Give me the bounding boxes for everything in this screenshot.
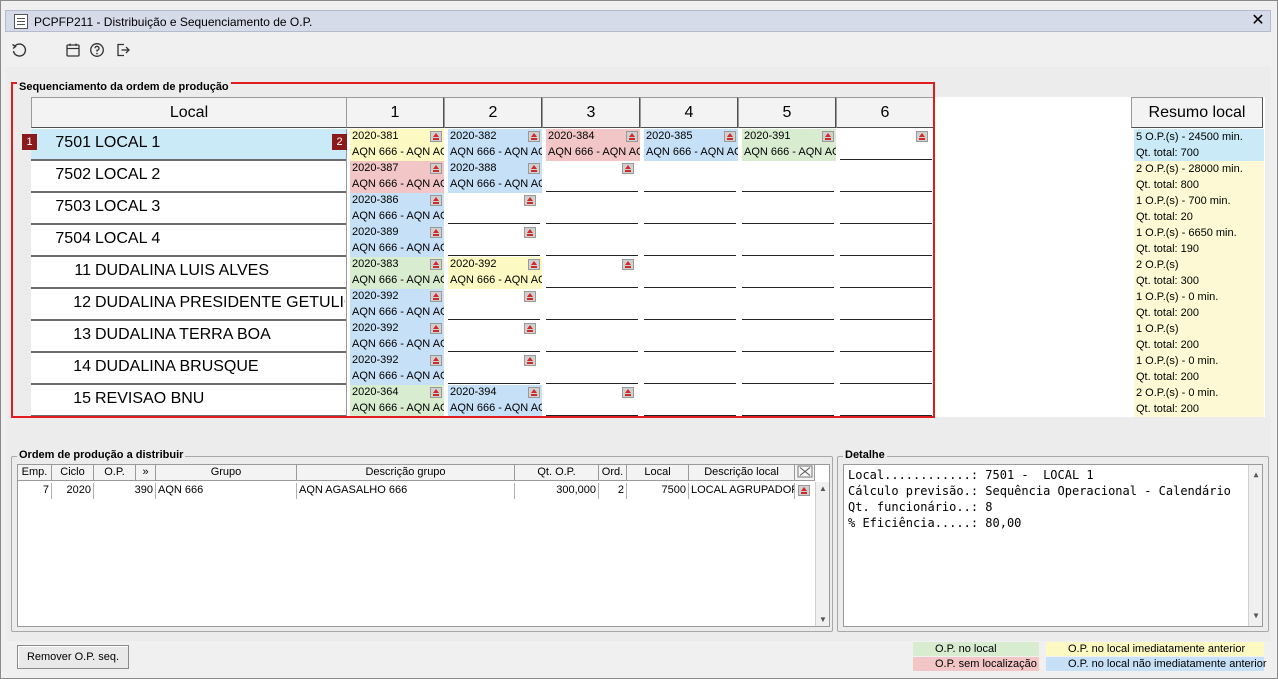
detail-line-calculo: Cálculo previsão.: Sequência Operacional… (848, 484, 1231, 498)
col-qt-op[interactable]: Qt. O.P. (515, 465, 599, 481)
scroll-up-icon[interactable]: ▲ (818, 484, 828, 493)
sequence-op-icon[interactable] (798, 485, 810, 496)
window-title: PCPFP211 - Distribuição e Sequenciamento… (34, 15, 313, 29)
local-summary: 1 O.P.(s) - 0 min. Qt. total: 200 (1134, 289, 1264, 321)
local-summary: 5 O.P.(s) - 24500 min. Qt. total: 700 (1134, 129, 1264, 161)
cell-ord: 2 (599, 483, 627, 499)
summary-total: Qt. total: 200 (1136, 403, 1199, 415)
cell-grupo: AQN 666 (156, 483, 297, 499)
col-expand[interactable]: » (136, 465, 156, 481)
orders-scrollbar[interactable]: ▲ ▼ (815, 482, 829, 626)
title-bar: PCPFP211 - Distribuição e Sequenciamento… (5, 10, 1271, 32)
exit-icon[interactable] (115, 42, 131, 58)
help-icon[interactable] (89, 42, 105, 58)
legend-red: O.P. sem localização (913, 657, 1039, 671)
detail-scrollbar[interactable]: ▲ ▼ (1248, 465, 1262, 626)
detail-line-funcionario: Qt. funcionário..: 8 (848, 500, 993, 514)
summary-total: Qt. total: 200 (1136, 371, 1199, 383)
local-summary: 1 O.P.(s) - 6650 min. Qt. total: 190 (1134, 225, 1264, 257)
summary-total: Qt. total: 800 (1136, 179, 1199, 191)
summary-total: Qt. total: 190 (1136, 243, 1199, 255)
local-summary: 1 O.P.(s) Qt. total: 200 (1134, 321, 1264, 353)
app-window: PCPFP211 - Distribuição e Sequenciamento… (0, 0, 1278, 679)
local-summary: 2 O.P.(s) Qt. total: 300 (1134, 257, 1264, 289)
local-summary: 1 O.P.(s) - 700 min. Qt. total: 20 (1134, 193, 1264, 225)
local-summary: 2 O.P.(s) - 0 min. Qt. total: 200 (1134, 385, 1264, 417)
orders-group-label: Ordem de produção a distribuir (17, 449, 186, 461)
col-ciclo[interactable]: Ciclo (52, 465, 94, 481)
clear-filter-icon[interactable] (795, 465, 815, 481)
detail-group-label: Detalhe (843, 449, 887, 461)
toolbar (5, 35, 1271, 65)
summary-ops: 1 O.P.(s) - 0 min. (1136, 291, 1219, 303)
sequencing-group-label: Sequenciamento da ordem de produção (17, 81, 231, 93)
legend-blue: O.P. no local não imediatamente anterior (1046, 657, 1267, 671)
scroll-up-icon[interactable]: ▲ (1251, 467, 1261, 483)
scroll-down-icon[interactable]: ▼ (818, 615, 828, 624)
col-ord[interactable]: Ord. (599, 465, 627, 481)
col-descricao-grupo[interactable]: Descrição grupo (297, 465, 515, 481)
summary-total: Qt. total: 200 (1136, 307, 1199, 319)
cell-local: 7500 (627, 483, 689, 499)
summary-ops: 1 O.P.(s) - 700 min. (1136, 195, 1231, 207)
summary-total: Qt. total: 700 (1136, 147, 1199, 159)
cell-qt-op: 300,000 (515, 483, 599, 499)
remove-op-seq-button[interactable]: Remover O.P. seq. (17, 645, 129, 669)
col-descricao-local[interactable]: Descrição local (689, 465, 795, 481)
refresh-icon[interactable] (11, 42, 27, 58)
col-emp[interactable]: Emp. (18, 465, 52, 481)
legend-yellow: O.P. no local imediatamente anterior (1046, 642, 1264, 656)
summary-total: Qt. total: 200 (1136, 339, 1199, 351)
summary-total: Qt. total: 300 (1136, 275, 1199, 287)
cell-op: 390 (94, 483, 156, 499)
document-icon (14, 14, 28, 29)
summary-ops: 1 O.P.(s) - 0 min. (1136, 355, 1219, 367)
summary-column-header[interactable]: Resumo local (1131, 97, 1263, 128)
local-summary: 2 O.P.(s) - 28000 min. Qt. total: 800 (1134, 161, 1264, 193)
cell-emp: 7 (18, 483, 52, 499)
summary-ops: 1 O.P.(s) - 6650 min. (1136, 227, 1237, 239)
summary-ops: 2 O.P.(s) - 0 min. (1136, 387, 1219, 399)
summary-total: Qt. total: 20 (1136, 211, 1193, 223)
orders-table: Emp. Ciclo O.P. » Grupo Descrição grupo … (17, 464, 830, 627)
local-summary: 1 O.P.(s) - 0 min. Qt. total: 200 (1134, 353, 1264, 385)
detail-textbox[interactable]: Local............: 7501 - LOCAL 1 Cálcul… (843, 464, 1263, 627)
cell-ciclo: 2020 (52, 483, 94, 499)
summary-ops: 5 O.P.(s) - 24500 min. (1136, 131, 1243, 143)
cell-descricao-local: LOCAL AGRUPADOR (689, 483, 795, 499)
cell-descricao-grupo: AQN AGASALHO 666 (297, 483, 515, 499)
close-button[interactable]: ✕ (1250, 13, 1266, 29)
legend-green: O.P. no local (913, 642, 1039, 656)
summary-ops: 2 O.P.(s) - 28000 min. (1136, 163, 1243, 175)
scroll-down-icon[interactable]: ▼ (1251, 608, 1261, 624)
col-grupo[interactable]: Grupo (156, 465, 297, 481)
summary-ops: 1 O.P.(s) (1136, 323, 1179, 335)
col-local[interactable]: Local (627, 465, 689, 481)
detail-line-eficiencia: % Eficiência.....: 80,00 (848, 516, 1022, 530)
sequencing-highlight-frame (11, 82, 935, 418)
col-op[interactable]: O.P. (94, 465, 136, 481)
detail-line-local: Local............: 7501 - LOCAL 1 (848, 468, 1094, 482)
summary-ops: 2 O.P.(s) (1136, 259, 1179, 271)
calendar-icon[interactable] (65, 42, 81, 58)
